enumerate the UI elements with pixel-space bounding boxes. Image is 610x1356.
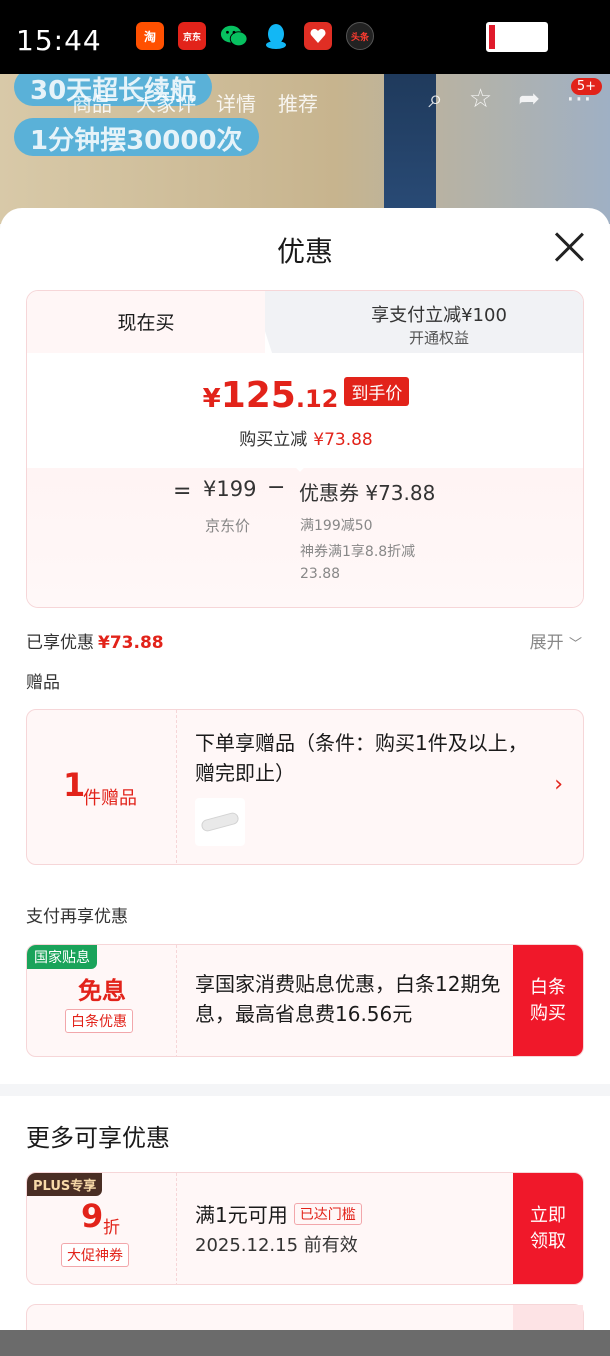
plus-badge: PLUS专享 xyxy=(27,1173,103,1196)
coupon-detail-1: 满199减50 xyxy=(300,518,373,534)
jd-price: ¥199 xyxy=(203,477,257,501)
status-bar: 15:44 淘 京东 头条 xyxy=(0,0,610,74)
claim-coupon-label: 立即领取 xyxy=(530,1204,566,1252)
more-discounts-title: 更多可享优惠 xyxy=(26,1124,170,1152)
qq-icon xyxy=(262,22,290,50)
tab-recommend: 推荐 xyxy=(278,92,318,116)
pointer-caret xyxy=(290,452,310,472)
jd-price-label: 京东价 xyxy=(205,517,251,535)
price-decimal: .12 xyxy=(295,385,339,413)
notification-icons: 淘 京东 头条 xyxy=(136,22,374,50)
battery-icon xyxy=(486,22,548,52)
search-icon: ⌕ xyxy=(428,84,443,114)
tab-now-buy[interactable]: 现在买 xyxy=(27,291,265,353)
cart-badge: 5+ xyxy=(570,78,602,95)
price-detail: ¥125.12 到手价 购买立减 ¥73.88 = ¥199 京东价 − 优惠券 ¥… xyxy=(27,353,583,607)
status-time: 15:44 xyxy=(16,24,102,57)
wechat-icon xyxy=(220,22,248,50)
gift-text: 下单享赠品（条件：购买1件及以上，赠完即止） xyxy=(195,731,528,785)
pinduoduo-icon xyxy=(304,22,332,50)
star-icon: ☆ xyxy=(468,84,493,114)
tab-goods: 商品 xyxy=(72,92,112,116)
threshold-met-tag: 已达门槛 xyxy=(293,1203,362,1225)
sheet-title: 优惠 xyxy=(276,235,333,268)
product-page-background: 30天超长续航 1分钟摆30000次 商品 大家评 详情 推荐 ⌕ ☆ ➦ ⋯ … xyxy=(0,74,610,224)
claim-coupon-button[interactable]: 立即领取 xyxy=(513,1173,583,1284)
final-price-tag: 到手价 xyxy=(344,377,410,406)
minus-sign: − xyxy=(267,475,286,500)
tab-pay-reduce[interactable]: 享支付立减¥100 开通权益 xyxy=(252,291,583,353)
discount-value: 9 xyxy=(81,1197,104,1235)
discount-sheet: 优惠 享支付立减¥100 开通权益 现在买 ¥125.12 到手价 购买立减 ¥73… xyxy=(0,208,610,1330)
final-price: ¥125.12 到手价 xyxy=(27,375,583,416)
coupon-expiry: 2025.12.15 前有效 xyxy=(195,1235,358,1256)
close-button[interactable] xyxy=(554,232,584,262)
coupon-condition-text: 满1元可用 xyxy=(195,1203,288,1227)
national-subsidy-badge: 国家贴息 xyxy=(27,945,97,969)
baitiao-sub-tag: 白条优惠 xyxy=(65,1009,133,1033)
baitiao-card: 免息 白条优惠 国家贴息 享国家消费贴息优惠，白条12期免息，最高省息费16.5… xyxy=(26,944,584,1057)
gift-count: 1 xyxy=(63,766,86,804)
chevron-right-icon[interactable]: › xyxy=(554,772,563,797)
chevron-down-icon: ﹀ xyxy=(568,637,582,652)
system-nav-bar xyxy=(0,1330,610,1356)
instant-reduce-amount: ¥73.88 xyxy=(313,430,373,450)
equals-sign: = xyxy=(173,479,192,504)
jd-icon: 京东 xyxy=(178,22,206,50)
price-integer: 125 xyxy=(220,375,296,416)
instant-reduce: 购买立减 ¥73.88 xyxy=(27,425,583,450)
coupon-condition: 满1元可用 已达门槛 xyxy=(195,1199,362,1228)
gift-card[interactable]: 1 件赠品 下单享赠品（条件：购买1件及以上，赠完即止） › xyxy=(26,709,584,865)
enjoyed-amount: ¥73.88 xyxy=(98,633,164,653)
next-coupon-card xyxy=(26,1304,584,1330)
taobao-icon: 淘 xyxy=(136,22,164,50)
discount-unit: 折 xyxy=(103,1218,120,1238)
tab-details: 详情 xyxy=(216,92,256,116)
gift-count-block: 1 件赠品 xyxy=(27,710,177,863)
enjoyed-discount: 已享优惠 ¥73.88 xyxy=(26,628,164,653)
instant-reduce-label: 购买立减 xyxy=(239,430,308,450)
expand-button[interactable]: 展开 ﹀ xyxy=(530,628,582,653)
baitiao-buy-label: 白条购买 xyxy=(530,976,566,1024)
enjoyed-label: 已享优惠 xyxy=(26,633,94,653)
interest-free-label: 免息 xyxy=(78,977,126,1005)
top-nav-icons: ⌕ ☆ ➦ ⋯ xyxy=(428,84,592,115)
pay-section-label: 支付再享优惠 xyxy=(26,907,128,927)
section-divider xyxy=(0,1084,610,1096)
coupon-amount: 优惠券 ¥73.88 xyxy=(299,481,436,505)
tab-reviews: 大家评 xyxy=(136,92,196,116)
currency-symbol: ¥ xyxy=(202,384,221,414)
price-card: 享支付立减¥100 开通权益 现在买 ¥125.12 到手价 购买立减 ¥73.88… xyxy=(26,290,584,608)
tab-pay-reduce-sub: 开通权益 xyxy=(408,329,469,347)
baitiao-text: 享国家消费贴息优惠，白条12期免息，最高省息费16.56元 xyxy=(195,972,501,1026)
promo-pill-2: 1分钟摆30000次 xyxy=(14,118,259,156)
plus-coupon-card: 9 折 大促神券 PLUS专享 满1元可用 已达门槛 2025.12.15 前有效… xyxy=(26,1172,584,1285)
toutiao-icon: 头条 xyxy=(346,22,374,50)
coupon-type-tag: 大促神券 xyxy=(61,1243,129,1267)
coupon-detail-2: 神券满1享8.8折减23.88 xyxy=(300,544,416,582)
expand-label: 展开 xyxy=(529,633,564,653)
gift-unit: 件赠品 xyxy=(83,788,137,809)
gift-section-label: 赠品 xyxy=(26,673,60,693)
tab-pay-reduce-label: 享支付立减¥100 xyxy=(371,305,507,326)
share-icon: ➦ xyxy=(518,84,540,114)
baitiao-buy-button[interactable]: 白条购买 xyxy=(513,945,583,1056)
gift-thumbnail xyxy=(195,798,245,846)
next-coupon-button[interactable] xyxy=(513,1305,583,1330)
